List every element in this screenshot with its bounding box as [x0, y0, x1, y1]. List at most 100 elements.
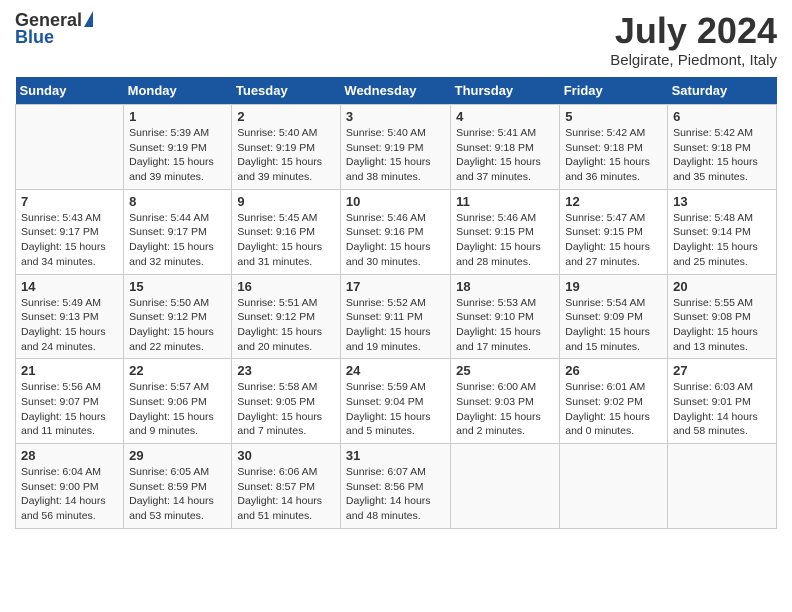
day-info: Sunrise: 5:45 AM Sunset: 9:16 PM Dayligh…: [237, 211, 335, 270]
calendar-header-row: SundayMondayTuesdayWednesdayThursdayFrid…: [16, 77, 777, 105]
day-number: 4: [456, 109, 554, 124]
column-header-saturday: Saturday: [668, 77, 777, 105]
calendar-week-row: 14 Sunrise: 5:49 AM Sunset: 9:13 PM Dayli…: [16, 274, 777, 359]
calendar-cell: 22 Sunrise: 5:57 AM Sunset: 9:06 PM Dayli…: [124, 359, 232, 444]
day-number: 31: [346, 448, 445, 463]
calendar-cell: 7 Sunrise: 5:43 AM Sunset: 9:17 PM Daylig…: [16, 189, 124, 274]
day-info: Sunrise: 6:06 AM Sunset: 8:57 PM Dayligh…: [237, 465, 335, 524]
calendar-cell: 15 Sunrise: 5:50 AM Sunset: 9:12 PM Dayli…: [124, 274, 232, 359]
day-number: 20: [673, 279, 771, 294]
day-number: 8: [129, 194, 226, 209]
day-number: 22: [129, 363, 226, 378]
calendar-cell: 23Sunrise: 5:58 AM Sunset: 9:05 PM Dayli…: [232, 359, 341, 444]
day-info: Sunrise: 6:01 AM Sunset: 9:02 PM Dayligh…: [565, 380, 662, 439]
calendar-cell: 10Sunrise: 5:46 AM Sunset: 9:16 PM Dayli…: [340, 189, 450, 274]
logo: General Blue: [15, 10, 95, 48]
column-header-wednesday: Wednesday: [340, 77, 450, 105]
calendar-cell: 14 Sunrise: 5:49 AM Sunset: 9:13 PM Dayli…: [16, 274, 124, 359]
day-number: 28: [21, 448, 118, 463]
day-number: 10: [346, 194, 445, 209]
day-number: 14: [21, 279, 118, 294]
day-number: 15: [129, 279, 226, 294]
day-number: 27: [673, 363, 771, 378]
calendar-cell: 20 Sunrise: 5:55 AM Sunset: 9:08 PM Dayli…: [668, 274, 777, 359]
day-number: 29: [129, 448, 226, 463]
calendar-cell: 28 Sunrise: 6:04 AM Sunset: 9:00 PM Dayli…: [16, 444, 124, 529]
calendar-cell: 4 Sunrise: 5:41 AM Sunset: 9:18 PM Daylig…: [451, 105, 560, 190]
day-number: 1: [129, 109, 226, 124]
day-number: 16: [237, 279, 335, 294]
calendar-cell: 16 Sunrise: 5:51 AM Sunset: 9:12 PM Dayli…: [232, 274, 341, 359]
column-header-monday: Monday: [124, 77, 232, 105]
logo-triangle-icon: [84, 11, 93, 27]
day-info: Sunrise: 5:46 AM Sunset: 9:15 PM Dayligh…: [456, 211, 554, 270]
day-number: 11: [456, 194, 554, 209]
day-number: 12: [565, 194, 662, 209]
calendar-cell: 17 Sunrise: 5:52 AM Sunset: 9:11 PM Dayli…: [340, 274, 450, 359]
calendar-cell: 8 Sunrise: 5:44 AM Sunset: 9:17 PM Daylig…: [124, 189, 232, 274]
day-number: 19: [565, 279, 662, 294]
logo-blue-text: Blue: [15, 27, 54, 48]
title-area: July 2024 Belgirate, Piedmont, Italy: [610, 10, 777, 69]
calendar-cell: 9 Sunrise: 5:45 AM Sunset: 9:16 PM Daylig…: [232, 189, 341, 274]
day-info: Sunrise: 6:05 AM Sunset: 8:59 PM Dayligh…: [129, 465, 226, 524]
day-number: 9: [237, 194, 335, 209]
day-number: 18: [456, 279, 554, 294]
day-info: Sunrise: 6:00 AM Sunset: 9:03 PM Dayligh…: [456, 380, 554, 439]
day-info: Sunrise: 5:49 AM Sunset: 9:13 PM Dayligh…: [21, 296, 118, 355]
column-header-tuesday: Tuesday: [232, 77, 341, 105]
day-info: Sunrise: 5:40 AM Sunset: 9:19 PM Dayligh…: [346, 126, 445, 185]
calendar-cell: 31 Sunrise: 6:07 AM Sunset: 8:56 PM Dayli…: [340, 444, 450, 529]
calendar-cell: 30Sunrise: 6:06 AM Sunset: 8:57 PM Dayli…: [232, 444, 341, 529]
day-number: 2: [237, 109, 335, 124]
day-number: 26: [565, 363, 662, 378]
day-info: Sunrise: 5:53 AM Sunset: 9:10 PM Dayligh…: [456, 296, 554, 355]
calendar-cell: 6Sunrise: 5:42 AM Sunset: 9:18 PM Daylig…: [668, 105, 777, 190]
page-header: General Blue July 2024 Belgirate, Piedmo…: [15, 10, 777, 69]
day-info: Sunrise: 5:55 AM Sunset: 9:08 PM Dayligh…: [673, 296, 771, 355]
day-info: Sunrise: 5:57 AM Sunset: 9:06 PM Dayligh…: [129, 380, 226, 439]
calendar-week-row: 7 Sunrise: 5:43 AM Sunset: 9:17 PM Daylig…: [16, 189, 777, 274]
day-info: Sunrise: 5:54 AM Sunset: 9:09 PM Dayligh…: [565, 296, 662, 355]
calendar-cell: 1 Sunrise: 5:39 AM Sunset: 9:19 PM Daylig…: [124, 105, 232, 190]
day-info: Sunrise: 5:42 AM Sunset: 9:18 PM Dayligh…: [673, 126, 771, 185]
calendar-cell: 19 Sunrise: 5:54 AM Sunset: 9:09 PM Dayli…: [560, 274, 668, 359]
day-info: Sunrise: 6:04 AM Sunset: 9:00 PM Dayligh…: [21, 465, 118, 524]
day-info: Sunrise: 5:50 AM Sunset: 9:12 PM Dayligh…: [129, 296, 226, 355]
column-header-sunday: Sunday: [16, 77, 124, 105]
day-info: Sunrise: 5:41 AM Sunset: 9:18 PM Dayligh…: [456, 126, 554, 185]
day-number: 25: [456, 363, 554, 378]
calendar-cell: 29 Sunrise: 6:05 AM Sunset: 8:59 PM Dayli…: [124, 444, 232, 529]
day-info: Sunrise: 5:43 AM Sunset: 9:17 PM Dayligh…: [21, 211, 118, 270]
calendar-cell: 5 Sunrise: 5:42 AM Sunset: 9:18 PM Daylig…: [560, 105, 668, 190]
day-info: Sunrise: 5:39 AM Sunset: 9:19 PM Dayligh…: [129, 126, 226, 185]
day-info: Sunrise: 5:52 AM Sunset: 9:11 PM Dayligh…: [346, 296, 445, 355]
calendar-cell: 12Sunrise: 5:47 AM Sunset: 9:15 PM Dayli…: [560, 189, 668, 274]
calendar-cell: 25 Sunrise: 6:00 AM Sunset: 9:03 PM Dayli…: [451, 359, 560, 444]
calendar-cell: 26 Sunrise: 6:01 AM Sunset: 9:02 PM Dayli…: [560, 359, 668, 444]
day-info: Sunrise: 6:07 AM Sunset: 8:56 PM Dayligh…: [346, 465, 445, 524]
day-number: 5: [565, 109, 662, 124]
day-info: Sunrise: 5:58 AM Sunset: 9:05 PM Dayligh…: [237, 380, 335, 439]
calendar-week-row: 1 Sunrise: 5:39 AM Sunset: 9:19 PM Daylig…: [16, 105, 777, 190]
calendar-cell: [668, 444, 777, 529]
day-info: Sunrise: 5:42 AM Sunset: 9:18 PM Dayligh…: [565, 126, 662, 185]
calendar-cell: 13Sunrise: 5:48 AM Sunset: 9:14 PM Dayli…: [668, 189, 777, 274]
day-info: Sunrise: 5:40 AM Sunset: 9:19 PM Dayligh…: [237, 126, 335, 185]
day-info: Sunrise: 5:59 AM Sunset: 9:04 PM Dayligh…: [346, 380, 445, 439]
day-number: 17: [346, 279, 445, 294]
calendar-cell: [16, 105, 124, 190]
calendar-week-row: 21Sunrise: 5:56 AM Sunset: 9:07 PM Dayli…: [16, 359, 777, 444]
calendar-table: SundayMondayTuesdayWednesdayThursdayFrid…: [15, 77, 777, 529]
calendar-week-row: 28 Sunrise: 6:04 AM Sunset: 9:00 PM Dayli…: [16, 444, 777, 529]
day-info: Sunrise: 5:51 AM Sunset: 9:12 PM Dayligh…: [237, 296, 335, 355]
day-info: Sunrise: 5:56 AM Sunset: 9:07 PM Dayligh…: [21, 380, 118, 439]
calendar-cell: 27Sunrise: 6:03 AM Sunset: 9:01 PM Dayli…: [668, 359, 777, 444]
calendar-cell: 24Sunrise: 5:59 AM Sunset: 9:04 PM Dayli…: [340, 359, 450, 444]
day-number: 7: [21, 194, 118, 209]
calendar-cell: 11 Sunrise: 5:46 AM Sunset: 9:15 PM Dayli…: [451, 189, 560, 274]
calendar-cell: 18 Sunrise: 5:53 AM Sunset: 9:10 PM Dayli…: [451, 274, 560, 359]
day-info: Sunrise: 5:48 AM Sunset: 9:14 PM Dayligh…: [673, 211, 771, 270]
day-info: Sunrise: 5:44 AM Sunset: 9:17 PM Dayligh…: [129, 211, 226, 270]
calendar-cell: 21Sunrise: 5:56 AM Sunset: 9:07 PM Dayli…: [16, 359, 124, 444]
